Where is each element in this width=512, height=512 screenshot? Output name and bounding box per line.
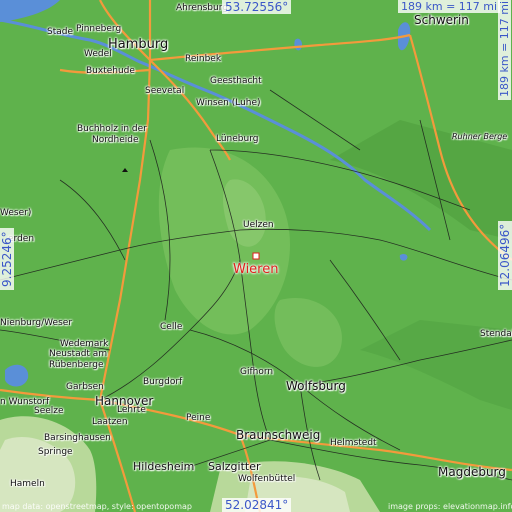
place-label: Rübenberge: [49, 360, 104, 370]
place-label: Pinneberg: [76, 24, 122, 34]
place-label: Winsen (Luhe): [196, 98, 261, 108]
place-label: Ruhner Berge: [452, 132, 508, 141]
place-label: Buchholz in der: [77, 124, 147, 134]
place-label: Stendal: [480, 329, 512, 339]
place-label: Braunschweig: [236, 428, 321, 442]
place-label: Wedel: [84, 49, 112, 59]
scale-vertical: 189 km = 117 mi: [498, 0, 511, 100]
place-label: Gifhorn: [240, 367, 274, 377]
place-label: Helmstedt: [330, 438, 377, 448]
place-label: Lehrte: [117, 405, 146, 415]
east-coordinate: 12.06496°: [498, 220, 512, 290]
place-label: Hameln: [10, 479, 45, 489]
scale-horizontal: 189 km = 117 mi: [398, 0, 501, 13]
place-label: Uelzen: [243, 220, 274, 230]
location-label[interactable]: Wieren: [233, 262, 278, 277]
place-label: Wolfsburg: [286, 379, 346, 393]
place-label: Hamburg: [108, 37, 169, 52]
steinhuder-meer: [5, 364, 29, 387]
place-label: Wedemark: [60, 339, 109, 349]
place-label: Barsinghausen: [44, 433, 111, 443]
place-label: Celle: [160, 322, 183, 332]
place-label: Seevetal: [145, 86, 185, 96]
map-attribution: map data: openstreetmap, style: opentopo…: [2, 502, 192, 511]
place-label: Neustadt am: [49, 349, 108, 359]
place-label: Burgdorf: [143, 377, 183, 387]
image-attribution: image props: elevationmap.info: [388, 502, 512, 511]
place-label: Springe: [38, 447, 73, 457]
place-label: Lüneburg: [216, 134, 259, 144]
place-label: Magdeburg: [438, 465, 506, 479]
place-label: Nienburg/Weser: [0, 318, 73, 328]
place-label: Stade: [47, 27, 74, 37]
place-label: Peine: [186, 413, 211, 423]
place-label: Hildesheim: [133, 460, 195, 473]
place-label: Geesthacht: [210, 76, 262, 86]
place-label: Salzgitter: [208, 460, 261, 473]
west-coordinate: 9.25246°: [0, 228, 14, 290]
place-label: Wolfenbüttel: [238, 474, 296, 484]
place-label: Seelze: [34, 406, 64, 416]
north-coordinate: 53.72556°: [222, 0, 292, 14]
place-label: Reinbek: [185, 54, 222, 64]
place-label: Weser): [0, 208, 32, 218]
place-label: Laatzen: [92, 417, 128, 427]
place-label: Ahrensburg: [176, 3, 228, 13]
place-label: Nordheide: [92, 135, 139, 145]
south-coordinate: 52.02841°: [222, 498, 292, 512]
location-marker-icon[interactable]: [252, 252, 260, 260]
place-label: Garbsen: [66, 382, 104, 392]
place-label: Schwerin: [414, 13, 469, 27]
place-label: Buxtehude: [86, 66, 135, 76]
